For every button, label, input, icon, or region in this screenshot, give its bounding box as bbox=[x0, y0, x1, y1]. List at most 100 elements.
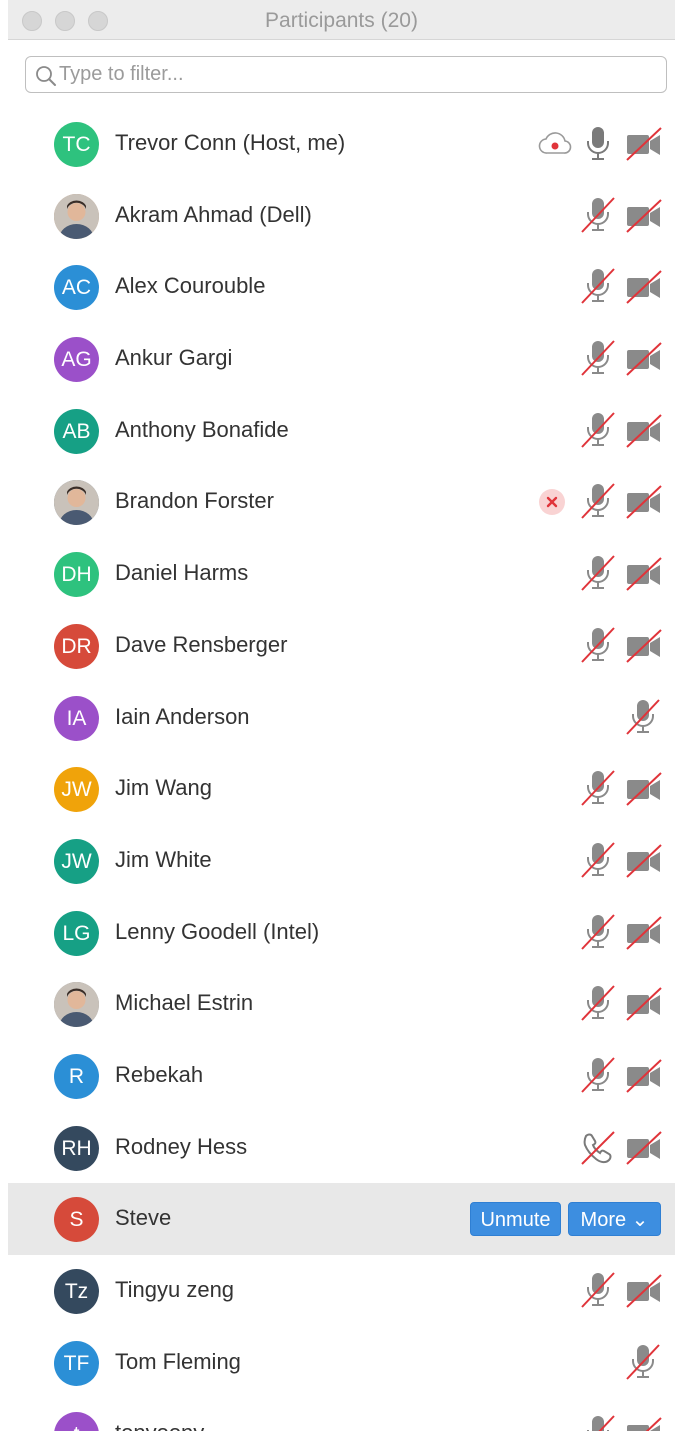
microphone-muted-icon[interactable] bbox=[580, 1414, 616, 1431]
avatar-photo bbox=[54, 193, 99, 239]
cloud-record-icon[interactable] bbox=[538, 131, 572, 157]
participant-name: Iain Anderson bbox=[115, 703, 250, 729]
microphone-muted-icon[interactable] bbox=[625, 698, 661, 736]
remove-icon[interactable] bbox=[538, 488, 566, 516]
participant-row[interactable]: R Rebekah bbox=[8, 1040, 675, 1112]
participant-name: Brandon Forster bbox=[115, 488, 274, 514]
search-icon bbox=[34, 64, 58, 88]
participant-row[interactable]: DR Dave Rensberger bbox=[8, 610, 675, 682]
participant-name: Alex Courouble bbox=[115, 273, 266, 299]
microphone-muted-icon[interactable] bbox=[580, 1271, 616, 1309]
participant-name: Jim White bbox=[115, 846, 212, 872]
video-off-icon[interactable] bbox=[626, 269, 662, 305]
participant-row[interactable]: JW Jim White bbox=[8, 825, 675, 897]
participant-row[interactable]: Akram Ahmad (Dell) bbox=[8, 180, 675, 252]
participant-row[interactable]: IA Iain Anderson bbox=[8, 682, 675, 754]
participant-row[interactable]: AB Anthony Bonafide bbox=[8, 395, 675, 467]
avatar: TF bbox=[54, 1340, 99, 1386]
avatar: LG bbox=[54, 910, 99, 956]
avatar: AB bbox=[54, 408, 99, 454]
title-bar: Participants (20) bbox=[8, 0, 675, 40]
microphone-muted-icon[interactable] bbox=[580, 411, 616, 449]
avatar-photo bbox=[54, 480, 99, 526]
participant-row[interactable]: TF Tom Fleming bbox=[8, 1327, 675, 1399]
chevron-down-icon: ⌄ bbox=[626, 1209, 649, 1232]
participant-name: Jim Wang bbox=[115, 775, 212, 801]
participant-name: tonyoony bbox=[115, 1420, 204, 1431]
participant-row[interactable]: t tonyoony bbox=[8, 1398, 675, 1431]
more-label: More bbox=[580, 1209, 627, 1232]
participant-row[interactable]: Brandon Forster bbox=[8, 466, 675, 538]
participant-name: Steve bbox=[115, 1205, 172, 1231]
video-off-icon[interactable] bbox=[626, 771, 662, 807]
avatar: RH bbox=[54, 1125, 99, 1171]
window-title: Participants (20) bbox=[265, 9, 418, 32]
avatar-photo bbox=[54, 982, 99, 1028]
video-off-icon[interactable] bbox=[626, 126, 662, 162]
participant-row[interactable]: AC Alex Courouble bbox=[8, 251, 675, 323]
microphone-muted-icon[interactable] bbox=[625, 1343, 661, 1381]
video-off-icon[interactable] bbox=[626, 1130, 662, 1166]
avatar: t bbox=[54, 1412, 99, 1431]
participant-list[interactable]: TC Trevor Conn (Host, me) Akram Ahmad (Del… bbox=[8, 108, 675, 1431]
microphone-muted-icon[interactable] bbox=[580, 841, 616, 879]
video-off-icon[interactable] bbox=[626, 556, 662, 592]
microphone-muted-icon[interactable] bbox=[580, 554, 616, 592]
avatar: IA bbox=[54, 695, 99, 741]
avatar: JW bbox=[54, 838, 99, 884]
participant-row[interactable]: TC Trevor Conn (Host, me) bbox=[8, 108, 675, 180]
microphone-muted-icon[interactable] bbox=[580, 267, 616, 305]
participant-row[interactable]: Michael Estrin bbox=[8, 968, 675, 1040]
video-off-icon[interactable] bbox=[626, 341, 662, 377]
microphone-muted-icon[interactable] bbox=[580, 482, 616, 520]
participant-row[interactable]: DH Daniel Harms bbox=[8, 538, 675, 610]
participant-name: Tingyu zeng bbox=[115, 1277, 235, 1302]
video-off-icon[interactable] bbox=[626, 843, 662, 879]
microphone-muted-icon[interactable] bbox=[580, 196, 616, 234]
video-off-icon[interactable] bbox=[626, 1416, 662, 1431]
participant-row[interactable]: LG Lenny Goodell (Intel) bbox=[8, 897, 675, 969]
avatar: JW bbox=[54, 767, 99, 813]
microphone-icon[interactable] bbox=[585, 125, 611, 161]
phone-muted-icon[interactable] bbox=[580, 1130, 616, 1166]
participant-name: Akram Ahmad (Dell) bbox=[115, 201, 312, 227]
more-button[interactable]: More ⌄ bbox=[568, 1202, 661, 1237]
participant-name: Trevor Conn (Host, me) bbox=[115, 130, 346, 155]
participant-row[interactable]: Tz Tingyu zeng bbox=[8, 1255, 675, 1327]
microphone-muted-icon[interactable] bbox=[580, 1056, 616, 1094]
video-off-icon[interactable] bbox=[626, 986, 662, 1022]
participant-name: Anthony Bonafide bbox=[115, 416, 289, 442]
video-off-icon[interactable] bbox=[626, 198, 662, 234]
avatar: S bbox=[54, 1197, 99, 1243]
participant-row[interactable]: S Steve Unmute More ⌄ bbox=[8, 1183, 675, 1255]
unmute-button[interactable]: Unmute bbox=[470, 1202, 561, 1237]
avatar: DH bbox=[54, 552, 99, 598]
avatar: AC bbox=[54, 265, 99, 311]
avatar: R bbox=[54, 1053, 99, 1099]
microphone-muted-icon[interactable] bbox=[580, 339, 616, 377]
video-off-icon[interactable] bbox=[626, 413, 662, 449]
participant-name: Lenny Goodell (Intel) bbox=[115, 918, 320, 944]
filter-input[interactable] bbox=[59, 59, 659, 90]
participant-name: Rebekah bbox=[115, 1061, 204, 1087]
filter-box[interactable] bbox=[25, 56, 667, 93]
microphone-muted-icon[interactable] bbox=[580, 626, 616, 664]
participant-name: Dave Rensberger bbox=[115, 631, 288, 657]
participant-name: Ankur Gargi bbox=[115, 345, 233, 371]
participant-row[interactable]: RH Rodney Hess bbox=[8, 1112, 675, 1184]
video-off-icon[interactable] bbox=[626, 1058, 662, 1094]
microphone-muted-icon[interactable] bbox=[580, 984, 616, 1022]
participant-name: Daniel Harms bbox=[115, 560, 249, 586]
participant-row[interactable]: AG Ankur Gargi bbox=[8, 323, 675, 395]
participant-name: Michael Estrin bbox=[115, 990, 254, 1016]
avatar: DR bbox=[54, 623, 99, 669]
video-off-icon[interactable] bbox=[626, 628, 662, 664]
video-off-icon[interactable] bbox=[626, 915, 662, 951]
participant-row[interactable]: JW Jim Wang bbox=[8, 753, 675, 825]
microphone-muted-icon[interactable] bbox=[580, 913, 616, 951]
video-off-icon[interactable] bbox=[626, 1273, 662, 1309]
microphone-muted-icon[interactable] bbox=[580, 769, 616, 807]
avatar: TC bbox=[54, 122, 99, 167]
participant-name: Rodney Hess bbox=[115, 1133, 248, 1159]
video-off-icon[interactable] bbox=[626, 484, 662, 520]
